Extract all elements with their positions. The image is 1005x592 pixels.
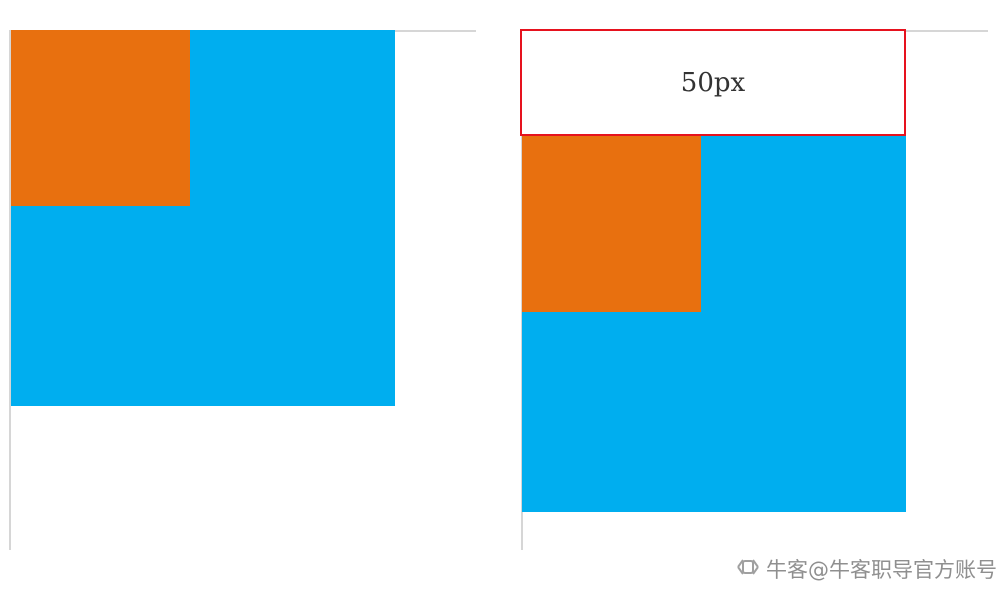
offset-highlight-box: 50px (520, 29, 906, 136)
outer-blue-box-shifted (522, 136, 906, 512)
watermark: 牛客@牛客职导官方账号 (734, 554, 997, 584)
offset-label: 50px (680, 67, 746, 98)
watermark-text: 牛客@牛客职导官方账号 (766, 558, 997, 582)
inner-orange-box (522, 136, 701, 312)
inner-orange-box (11, 30, 190, 206)
diagram-left-panel (0, 0, 480, 550)
diagram-right-panel: 50px (512, 0, 992, 550)
outer-blue-box (11, 30, 395, 406)
niuke-logo-icon (734, 556, 762, 583)
